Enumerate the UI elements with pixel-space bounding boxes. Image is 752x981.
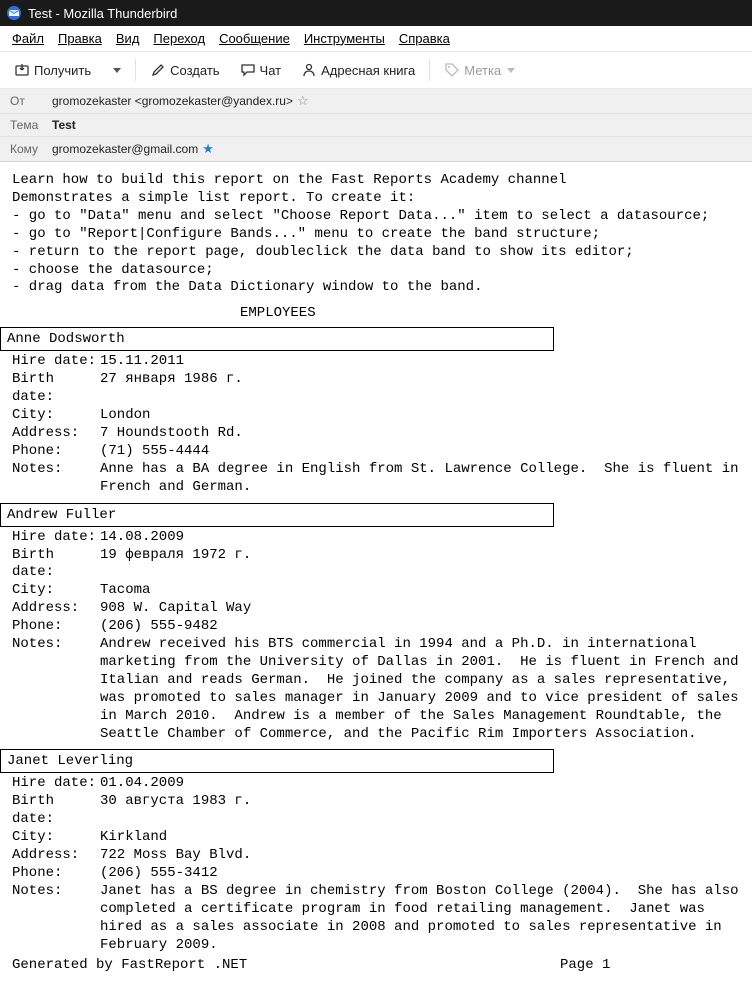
menubar: Файл Правка Вид Переход Сообщение Инстру… [0, 26, 752, 51]
get-messages-button[interactable]: Получить [6, 58, 99, 82]
menu-message[interactable]: Сообщение [213, 29, 296, 48]
field-value-city: London [100, 407, 740, 425]
field-value-city: Kirkland [100, 829, 740, 847]
field-label-phone: Phone: [12, 443, 100, 461]
menu-help[interactable]: Справка [393, 29, 456, 48]
message-header-pane: От gromozekaster <gromozekaster@yandex.r… [0, 89, 752, 162]
field-label-hire: Hire date: [12, 529, 100, 547]
toolbar: Получить Создать Чат Адресная книга Метк… [0, 51, 752, 89]
menu-tools[interactable]: Инструменты [298, 29, 391, 48]
field-label-phone: Phone: [12, 865, 100, 883]
field-label-hire: Hire date: [12, 353, 100, 371]
field-value-notes: Andrew received his BTS commercial in 19… [100, 636, 740, 743]
employee-name-box: Andrew Fuller [0, 503, 554, 527]
field-value-address: 722 Moss Bay Blvd. [100, 847, 740, 865]
menu-file[interactable]: Файл [6, 29, 50, 48]
employee-record: Hire date:15.11.2011Birth date:27 января… [0, 353, 752, 496]
field-value-notes: Janet has a BS degree in chemistry from … [100, 883, 740, 955]
chat-label: Чат [260, 63, 282, 78]
window-titlebar: Test - Mozilla Thunderbird [0, 0, 752, 26]
chat-button[interactable]: Чат [232, 58, 290, 82]
tag-label: Метка [464, 63, 501, 78]
field-value-birth: 19 февраля 1972 г. [100, 547, 740, 583]
field-label-birth: Birth date: [12, 371, 100, 407]
subject-value: Test [52, 118, 76, 132]
toolbar-separator [135, 59, 136, 81]
intro-text: Learn how to build this report on the Fa… [0, 162, 752, 301]
employee-record: Hire date:01.04.2009Birth date:30 август… [0, 775, 752, 954]
field-label-notes: Notes: [12, 461, 100, 497]
addressbook-button[interactable]: Адресная книга [293, 58, 423, 82]
field-value-city: Tacoma [100, 582, 740, 600]
field-label-notes: Notes: [12, 636, 100, 743]
person-icon [301, 62, 317, 78]
subject-label: Тема [10, 118, 52, 132]
field-label-birth: Birth date: [12, 793, 100, 829]
star-icon[interactable]: ★ [202, 141, 214, 157]
employee-name-box: Janet Leverling [0, 749, 554, 773]
field-value-phone: (206) 555-3412 [100, 865, 740, 883]
field-value-phone: (71) 555-4444 [100, 443, 740, 461]
field-label-phone: Phone: [12, 618, 100, 636]
from-label: От [10, 94, 52, 108]
menu-go[interactable]: Переход [147, 29, 211, 48]
field-value-birth: 27 января 1986 г. [100, 371, 740, 407]
download-icon [14, 62, 30, 78]
field-value-address: 7 Houndstooth Rd. [100, 425, 740, 443]
field-label-city: City: [12, 407, 100, 425]
get-messages-label: Получить [34, 63, 91, 78]
to-value[interactable]: gromozekaster@gmail.com [52, 142, 198, 156]
field-value-address: 908 W. Capital Way [100, 600, 740, 618]
app-icon [6, 5, 22, 21]
generated-by: Generated by FastReport .NET [12, 957, 560, 973]
write-label: Создать [170, 63, 219, 78]
field-value-notes: Anne has a BA degree in English from St.… [100, 461, 740, 497]
report-title: EMPLOYEES [0, 305, 752, 321]
addressbook-label: Адресная книга [321, 63, 415, 78]
from-value[interactable]: gromozekaster <gromozekaster@yandex.ru> [52, 94, 293, 108]
field-label-address: Address: [12, 425, 100, 443]
field-value-hire: 15.11.2011 [100, 353, 740, 371]
field-value-birth: 30 августа 1983 г. [100, 793, 740, 829]
tag-button[interactable]: Метка [436, 58, 523, 82]
field-label-notes: Notes: [12, 883, 100, 955]
field-value-hire: 01.04.2009 [100, 775, 740, 793]
toolbar-separator [429, 59, 430, 81]
field-value-hire: 14.08.2009 [100, 529, 740, 547]
menu-edit[interactable]: Правка [52, 29, 108, 48]
window-title: Test - Mozilla Thunderbird [28, 6, 177, 21]
employee-record: Hire date:14.08.2009Birth date:19 феврал… [0, 529, 752, 744]
report-footer: Generated by FastReport .NET Page 1 [0, 955, 752, 981]
field-label-city: City: [12, 829, 100, 847]
field-label-hire: Hire date: [12, 775, 100, 793]
star-icon[interactable]: ☆ [297, 93, 309, 109]
field-label-city: City: [12, 582, 100, 600]
employee-name-box: Anne Dodsworth [0, 327, 554, 351]
field-value-phone: (206) 555-9482 [100, 618, 740, 636]
to-label: Кому [10, 142, 52, 156]
pencil-icon [150, 62, 166, 78]
page-number: Page 1 [560, 957, 740, 973]
chat-icon [240, 62, 256, 78]
field-label-address: Address: [12, 847, 100, 865]
write-button[interactable]: Создать [142, 58, 227, 82]
tag-icon [444, 62, 460, 78]
field-label-birth: Birth date: [12, 547, 100, 583]
chevron-down-icon [507, 68, 515, 73]
get-messages-dropdown[interactable] [103, 64, 129, 77]
menu-view[interactable]: Вид [110, 29, 146, 48]
field-label-address: Address: [12, 600, 100, 618]
